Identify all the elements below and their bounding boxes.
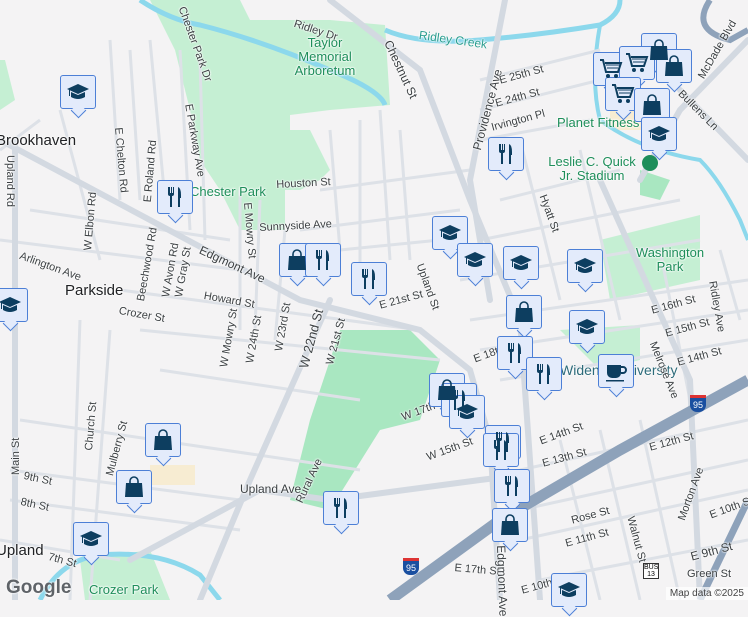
restaurant-marker[interactable] bbox=[488, 137, 524, 171]
cafe-marker[interactable] bbox=[598, 354, 634, 388]
school-marker[interactable] bbox=[551, 573, 587, 607]
school-icon bbox=[464, 252, 486, 267]
shopping-marker[interactable] bbox=[506, 295, 542, 329]
school-marker[interactable] bbox=[567, 249, 603, 283]
school-icon bbox=[648, 126, 670, 141]
grocery-icon bbox=[612, 84, 635, 103]
school-marker[interactable] bbox=[73, 522, 109, 556]
restaurant-marker[interactable] bbox=[157, 180, 193, 214]
park-area bbox=[0, 60, 15, 110]
cafe-icon bbox=[606, 365, 627, 382]
restaurant-marker[interactable] bbox=[305, 243, 341, 277]
school-marker[interactable] bbox=[569, 310, 605, 344]
street-label: Upland Ave bbox=[240, 482, 302, 496]
restaurant-icon bbox=[499, 144, 512, 164]
restaurant-icon bbox=[362, 269, 375, 289]
shopping-icon bbox=[125, 476, 143, 497]
restaurant-marker[interactable] bbox=[351, 262, 387, 296]
restaurant-icon bbox=[494, 440, 507, 460]
restaurant-icon bbox=[537, 364, 550, 384]
map-attribution[interactable]: Map data ©2025 bbox=[665, 587, 748, 600]
poi-label: Leslie C. Quick Jr. Stadium bbox=[548, 154, 636, 183]
place-label: Upland bbox=[0, 542, 44, 559]
shopping-marker[interactable] bbox=[492, 508, 528, 542]
school-icon bbox=[558, 582, 580, 597]
google-logo: Google bbox=[6, 577, 72, 598]
restaurant-marker[interactable] bbox=[494, 469, 530, 503]
park-label: Washington Park bbox=[635, 245, 705, 274]
grocery-icon bbox=[600, 59, 623, 78]
school-marker[interactable] bbox=[0, 288, 28, 322]
restaurant-marker[interactable] bbox=[526, 357, 562, 391]
place-label: Parkside bbox=[65, 282, 124, 299]
school-marker[interactable] bbox=[60, 75, 96, 109]
restaurant-icon bbox=[334, 498, 347, 518]
park-label: Crozer Park bbox=[89, 582, 159, 597]
restaurant-marker[interactable] bbox=[323, 491, 359, 525]
route-number: 13 bbox=[647, 571, 655, 578]
school-icon bbox=[0, 297, 21, 312]
shopping-icon bbox=[288, 249, 306, 270]
shopping-marker[interactable] bbox=[145, 423, 181, 457]
shopping-icon bbox=[154, 429, 172, 450]
restaurant-icon bbox=[316, 250, 329, 270]
school-icon bbox=[67, 84, 89, 99]
interstate-95-shield: 95 bbox=[403, 558, 419, 575]
school-icon bbox=[456, 404, 478, 419]
school-icon bbox=[574, 258, 596, 273]
shopping-icon bbox=[501, 514, 519, 535]
park-label: Taylor Memorial Arboretum bbox=[294, 35, 356, 78]
school-icon bbox=[439, 225, 461, 240]
shopping-icon bbox=[515, 301, 533, 322]
bus-label: BUS bbox=[644, 564, 659, 571]
street-label: Edgmont Ave bbox=[494, 545, 511, 617]
school-marker[interactable] bbox=[449, 395, 485, 429]
school-marker[interactable] bbox=[641, 117, 677, 151]
poi-label: Planet Fitness bbox=[557, 115, 640, 130]
street-label: Green St bbox=[687, 568, 732, 580]
shopping-icon bbox=[643, 94, 661, 115]
street-label: Upland Rd bbox=[4, 155, 16, 207]
shopping-icon bbox=[665, 55, 683, 76]
school-marker[interactable] bbox=[457, 243, 493, 277]
shopping-marker[interactable] bbox=[116, 470, 152, 504]
park-label: Chester Park bbox=[190, 184, 266, 199]
restaurant-icon bbox=[505, 476, 518, 496]
school-marker[interactable] bbox=[503, 246, 539, 280]
interstate-95-shield: 95 bbox=[690, 395, 706, 412]
bus-route-13-shield: BUS 13 bbox=[643, 563, 659, 579]
grocery-icon bbox=[626, 53, 649, 72]
school-icon bbox=[510, 255, 532, 270]
stadium-pin-icon bbox=[642, 155, 658, 171]
shopping-marker[interactable] bbox=[656, 49, 692, 83]
school-icon bbox=[80, 531, 102, 546]
school-icon bbox=[576, 319, 598, 334]
restaurant-icon bbox=[168, 187, 181, 207]
place-label: Brookhaven bbox=[0, 132, 77, 149]
restaurant-icon bbox=[508, 343, 521, 363]
street-label: Main St bbox=[10, 437, 22, 475]
